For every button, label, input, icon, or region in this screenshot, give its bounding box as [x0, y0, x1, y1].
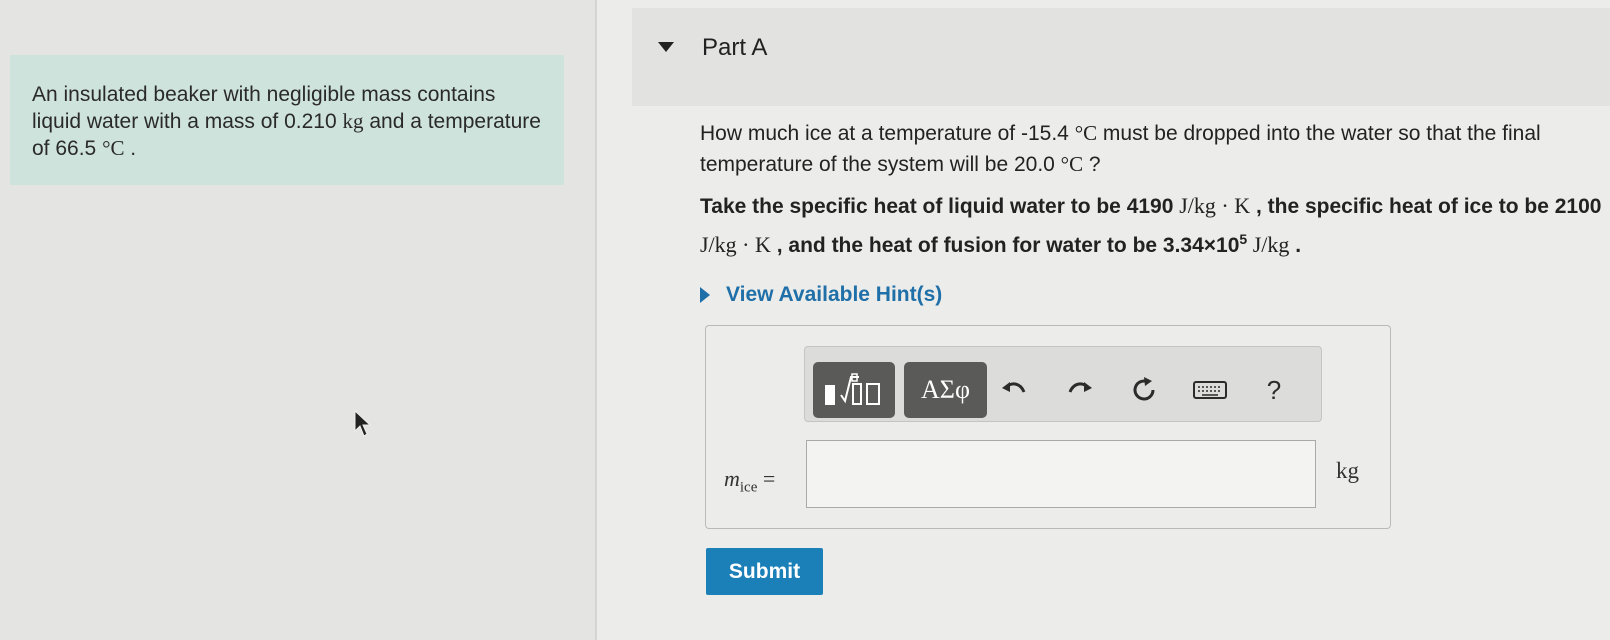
undo-icon[interactable] [998, 374, 1030, 406]
question-unit-1: °C [1074, 121, 1098, 145]
greek-symbols-button[interactable]: ΑΣφ [904, 362, 987, 418]
temperature-unit: °C [102, 136, 125, 160]
hint-toggle[interactable]: View Available Hint(s) [700, 283, 942, 307]
variable-symbol: m [724, 466, 740, 491]
submit-button[interactable]: Submit [706, 548, 823, 595]
left-panel: An insulated beaker with negligible mass… [0, 0, 595, 640]
help-button[interactable]: ? [1258, 374, 1290, 406]
reset-icon[interactable] [1128, 374, 1160, 406]
variable-subscript: ice [739, 479, 758, 496]
constant-unit-a: J/kg · K [1179, 193, 1251, 218]
question-part-1: How much ice at a temperature of -15.4 [700, 122, 1075, 145]
problem-statement: An insulated beaker with negligible mass… [10, 55, 564, 185]
keyboard-icon[interactable] [1192, 374, 1228, 406]
part-header[interactable] [632, 8, 1610, 106]
caret-right-icon [700, 287, 710, 303]
constant-text-d: . [1289, 234, 1302, 257]
answer-input[interactable] [806, 440, 1316, 508]
constant-text-a: Take the specific heat of liquid water t… [700, 195, 1180, 218]
hint-link[interactable]: View Available Hint(s) [726, 283, 942, 307]
question-text: How much ice at a temperature of -15.4 °… [700, 118, 1600, 180]
collapse-caret-icon[interactable] [658, 42, 674, 52]
part-title[interactable]: Part A [702, 34, 767, 62]
constant-text-c: , and the heat of fusion for water to be… [770, 234, 1240, 257]
constant-unit-c: J/kg [1247, 232, 1290, 257]
variable-label: mice = [724, 466, 775, 496]
mass-unit: kg [342, 109, 364, 133]
templates-button[interactable] [813, 362, 895, 418]
question-part-3: ? [1083, 153, 1101, 176]
redo-icon[interactable] [1064, 374, 1096, 406]
constant-unit-b: J/kg · K [700, 232, 771, 257]
templates-icon [825, 373, 880, 405]
problem-text-3: . [124, 137, 137, 160]
answer-unit: kg [1336, 458, 1359, 483]
equals-sign: = [757, 466, 776, 491]
constant-text-b: , the specific heat of ice to be 2100 [1250, 195, 1602, 218]
given-constants: Take the specific heat of liquid water t… [700, 190, 1610, 262]
question-unit-2: °C [1060, 152, 1084, 176]
mouse-cursor-icon [354, 410, 372, 437]
